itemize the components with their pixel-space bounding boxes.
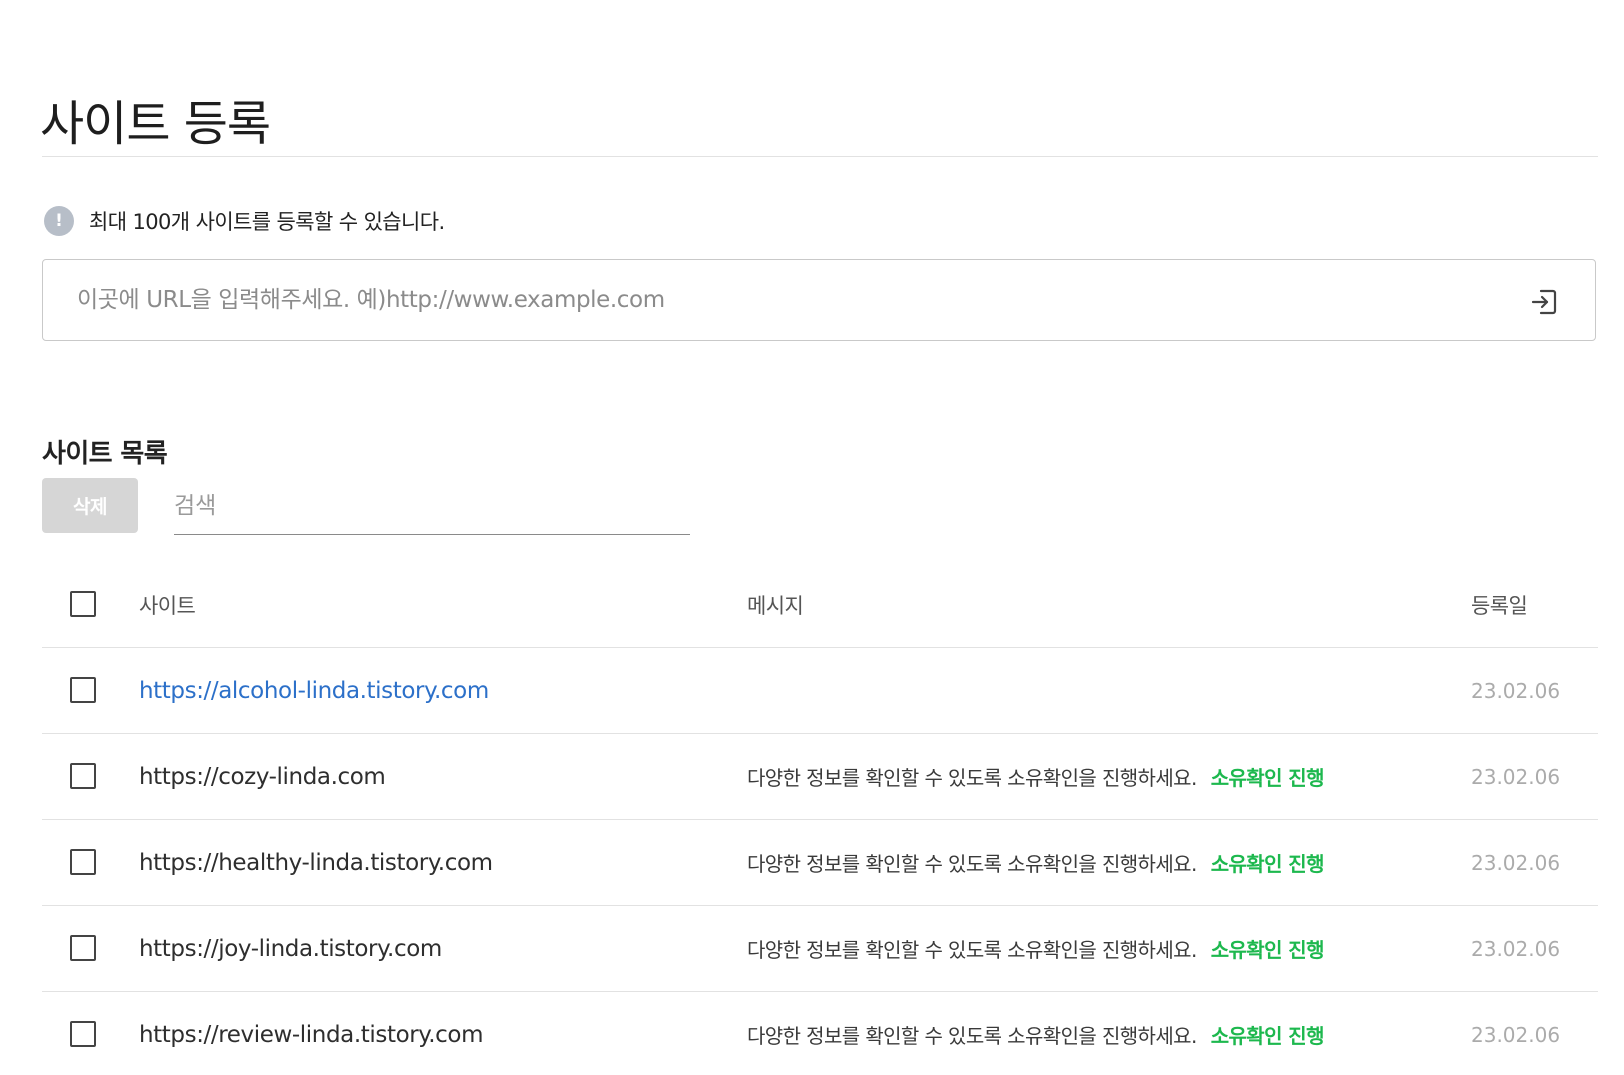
site-url: https://cozy-linda.com [139, 763, 386, 790]
site-url: https://joy-linda.tistory.com [139, 935, 442, 962]
column-header-date: 등록일 [1471, 593, 1528, 618]
table-row: https://healthy-linda.tistory.com 다양한 정보… [42, 820, 1598, 906]
search-input[interactable] [174, 482, 690, 530]
row-checkbox[interactable] [70, 763, 96, 789]
ownership-message: 다양한 정보를 확인할 수 있도록 소유확인을 진행하세요. [747, 766, 1197, 790]
row-message: 다양한 정보를 확인할 수 있도록 소유확인을 진행하세요. 소유확인 진행 [747, 992, 1324, 1075]
row-checkbox[interactable] [70, 1021, 96, 1047]
column-header-site: 사이트 [139, 593, 196, 618]
page-title: 사이트 등록 [40, 96, 271, 153]
site-list-title: 사이트 목록 [42, 438, 168, 469]
verify-ownership-link[interactable]: 소유확인 진행 [1211, 934, 1325, 963]
ownership-message: 다양한 정보를 확인할 수 있도록 소유확인을 진행하세요. [747, 852, 1197, 876]
ownership-message: 다양한 정보를 확인할 수 있도록 소유확인을 진행하세요. [747, 938, 1197, 962]
registration-date: 23.02.06 [1471, 1022, 1561, 1047]
notice: ! 최대 100개 사이트를 등록할 수 있습니다. [44, 206, 445, 236]
site-url: https://review-linda.tistory.com [139, 1021, 484, 1048]
site-table: 사이트 메시지 등록일 https://alcohol-linda.tistor… [42, 562, 1598, 1075]
table-row: https://cozy-linda.com 다양한 정보를 확인할 수 있도록… [42, 734, 1598, 820]
row-message: 다양한 정보를 확인할 수 있도록 소유확인을 진행하세요. 소유확인 진행 [747, 820, 1324, 905]
registration-date: 23.02.06 [1471, 936, 1561, 961]
row-message: 다양한 정보를 확인할 수 있도록 소유확인을 진행하세요. 소유확인 진행 [747, 734, 1324, 819]
registration-date: 23.02.06 [1471, 850, 1561, 875]
table-row: https://alcohol-linda.tistory.com 23.02.… [42, 648, 1598, 734]
verify-ownership-link[interactable]: 소유확인 진행 [1211, 762, 1325, 791]
delete-button[interactable]: 삭제 [42, 478, 138, 533]
table-row: https://review-linda.tistory.com 다양한 정보를… [42, 992, 1598, 1075]
site-registration-page: 사이트 등록 ! 최대 100개 사이트를 등록할 수 있습니다. 사이트 목록… [0, 0, 1624, 1075]
exclamation-circle-icon: ! [44, 206, 74, 236]
url-input[interactable] [77, 260, 1497, 340]
site-url: https://healthy-linda.tistory.com [139, 849, 493, 876]
row-checkbox[interactable] [70, 849, 96, 875]
enter-arrow-icon[interactable] [1529, 287, 1559, 317]
search-field [174, 482, 690, 535]
table-row: https://joy-linda.tistory.com 다양한 정보를 확인… [42, 906, 1598, 992]
registration-date: 23.02.06 [1471, 764, 1561, 789]
verify-ownership-link[interactable]: 소유확인 진행 [1211, 848, 1325, 877]
row-checkbox[interactable] [70, 935, 96, 961]
notice-text: 최대 100개 사이트를 등록할 수 있습니다. [89, 210, 445, 234]
select-all-checkbox[interactable] [70, 591, 96, 617]
column-header-message: 메시지 [747, 593, 804, 618]
verify-ownership-link[interactable]: 소유확인 진행 [1211, 1020, 1325, 1049]
ownership-message: 다양한 정보를 확인할 수 있도록 소유확인을 진행하세요. [747, 1024, 1197, 1048]
registration-date: 23.02.06 [1471, 678, 1561, 703]
site-link[interactable]: https://alcohol-linda.tistory.com [139, 648, 489, 733]
row-message: 다양한 정보를 확인할 수 있도록 소유확인을 진행하세요. 소유확인 진행 [747, 906, 1324, 991]
row-checkbox[interactable] [70, 677, 96, 703]
title-divider [42, 156, 1598, 157]
url-input-box [42, 259, 1596, 341]
table-header-row: 사이트 메시지 등록일 [42, 562, 1598, 648]
